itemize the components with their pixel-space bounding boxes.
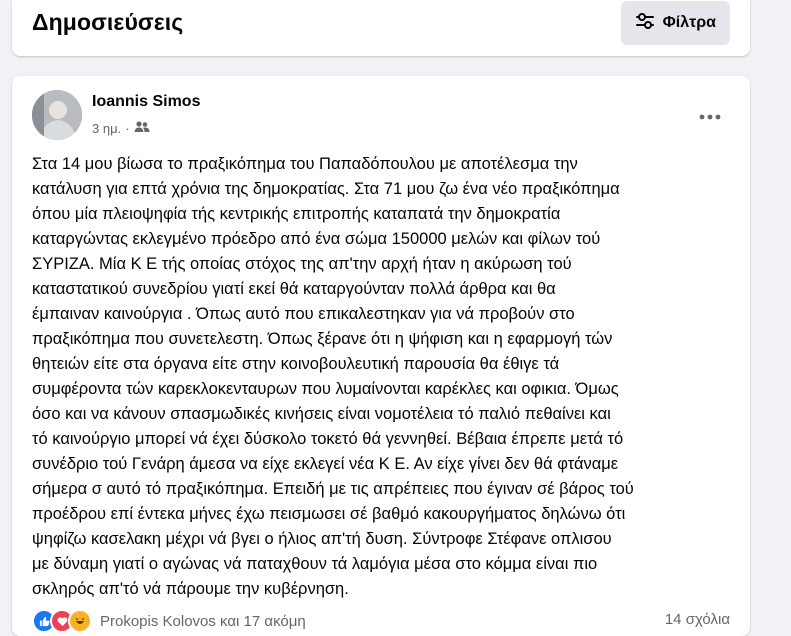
reactions-summary[interactable]: Prokopis Kolovos και 17 ακόμη [32, 609, 306, 633]
more-options-icon [699, 107, 721, 125]
filter-icon [635, 11, 655, 36]
post-text-line: Στα 14 μου βίωσα το πραξικόπημα του Παπα… [32, 155, 578, 173]
post-text-line: ΣΥΡΙΖΑ. Μία Κ Ε τής οποίας στόχος της απ… [32, 255, 572, 273]
comments-count[interactable]: 14 σχόλια [665, 611, 730, 628]
post-meta: 3 ημ. · [92, 120, 150, 137]
post-body-text: Στα 14 μου βίωσα το πραξικόπημα του Παπα… [32, 152, 732, 602]
post-text-line: με δύναμη γιατί ο αγώνας νά παταχθουν τά… [32, 555, 598, 573]
page-title: Δημοσιεύσεις [32, 9, 184, 35]
post-text-line: προέδρου επί έντεκα μήνες έχω πεισμωσει … [32, 505, 626, 523]
post-text-line: ψηφίζω κασελακη μέχρι νά βγει ο ήλιος απ… [32, 530, 612, 548]
reactions-text: Prokopis Kolovos και 17 ακόμη [100, 612, 306, 630]
post-text-line: καταργώντας εκλεγμένο πρόεδρο από ένα σώ… [32, 230, 601, 248]
post-text-line: καταστατικού συνεδρίου γιατί εκεί θά κατ… [32, 280, 556, 298]
post-text-line: συμφέροντα τών καρεκλοκενταυρων που λυμα… [32, 380, 619, 398]
filters-button-label: Φίλτρα [662, 14, 716, 31]
author-name[interactable]: Ioannis Simos [92, 93, 200, 111]
post-text-line: έμπαιναν καινούργια . Όπως αυτό που επικ… [32, 305, 575, 323]
post-text-line: πραξικόπημα που συνετελεστη. Όπως ξέρανε… [32, 330, 613, 348]
post-time[interactable]: 3 ημ. [92, 121, 121, 136]
post-text-line: σήμερα σ αυτό τό πραξικόπημα. Επειδή με … [32, 480, 634, 498]
post-text-line: σκληρός απ'τό νά πάρουμε την κυβέρνηση. [32, 580, 349, 598]
post-text-line: συνέδριο τού Γενάρη άμεσα να είχε εκλεγε… [32, 455, 619, 473]
meta-separator: · [125, 121, 130, 136]
more-options-button[interactable] [692, 98, 728, 134]
posts-header: Δημοσιεύσεις Φίλτρα [12, 0, 750, 56]
post-card: Ioannis Simos 3 ημ. · Στα 14 μου βίωσα τ… [12, 76, 750, 636]
reaction-icons [32, 609, 92, 633]
haha-icon [68, 609, 92, 633]
post-text-line: κατάλυση για επτά χρόνια της δημοκρατίας… [32, 180, 620, 198]
post-text-line: τό καινούργιο μπορεί νά έχει δύσκολο τοκ… [32, 430, 624, 448]
friends-icon [134, 120, 150, 137]
avatar[interactable] [32, 90, 82, 140]
post-text-line: όσο και να κάνουν σπασμωδικές κινήσεις ε… [32, 405, 611, 423]
filters-button[interactable]: Φίλτρα [620, 1, 730, 45]
post-text-line: όπου μία πλειοψηφία τής κεντρικής επιτρο… [32, 205, 561, 223]
post-text-line: θητειών είτε στα όργανα είτε στην κοινοβ… [32, 355, 560, 373]
